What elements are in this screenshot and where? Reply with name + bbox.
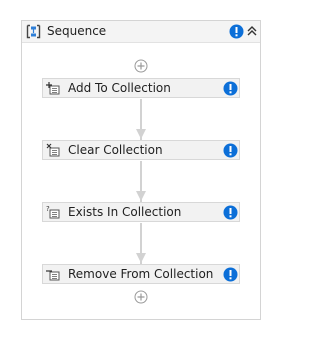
- collection-activity-icon: [46, 143, 60, 157]
- collection-activity-icon: ?: [46, 205, 60, 219]
- validation-warning-icon[interactable]: [229, 24, 244, 39]
- activity-label: Remove From Collection: [68, 267, 214, 281]
- add-activity-bottom-icon[interactable]: [134, 290, 148, 304]
- collection-activity-icon: [46, 82, 60, 95]
- svg-text:?: ?: [46, 205, 50, 213]
- validation-warning-icon[interactable]: [223, 143, 238, 158]
- arrow-down-icon: [136, 129, 146, 139]
- activity-remove-from-collection[interactable]: Remove From Collection: [42, 264, 240, 284]
- validation-warning-icon[interactable]: [223, 81, 238, 96]
- activity-clear-collection[interactable]: Clear Collection: [42, 140, 240, 160]
- sequence-header[interactable]: Sequence: [22, 21, 260, 43]
- sequence-icon: [26, 24, 41, 39]
- sequence-container[interactable]: Sequence Add To Collection Clear Collect…: [21, 20, 261, 320]
- double-chevron-up-icon[interactable]: [246, 25, 258, 37]
- validation-warning-icon[interactable]: [223, 267, 238, 282]
- add-activity-top-icon[interactable]: [134, 59, 148, 73]
- arrow-down-icon: [136, 191, 146, 201]
- sequence-title: Sequence: [47, 24, 107, 38]
- arrow-down-icon: [136, 253, 146, 263]
- activity-label: Clear Collection: [68, 143, 163, 157]
- activity-add-to-collection[interactable]: Add To Collection: [42, 78, 240, 98]
- activity-label: Add To Collection: [68, 81, 171, 95]
- activity-label: Exists In Collection: [68, 205, 182, 219]
- validation-warning-icon[interactable]: [223, 205, 238, 220]
- activity-exists-in-collection[interactable]: ? Exists In Collection: [42, 202, 240, 222]
- collection-activity-icon: [46, 270, 60, 281]
